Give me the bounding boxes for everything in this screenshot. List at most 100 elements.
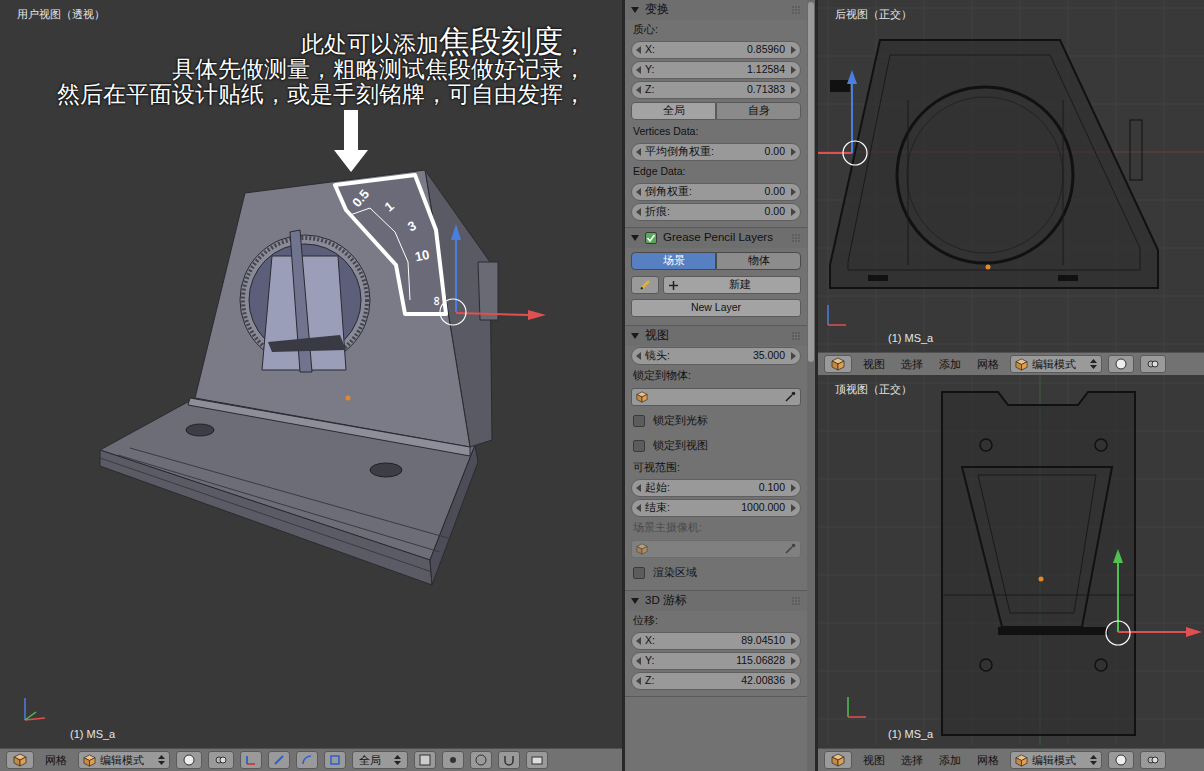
header-menu[interactable]: 添加	[934, 752, 966, 769]
translate-toggle[interactable]	[268, 751, 290, 769]
checkbox-row[interactable]: 锁定到视图	[625, 433, 807, 458]
checkbox-row[interactable]: 渲染区域	[625, 560, 807, 585]
number-field[interactable]: 倒角权重:0.00	[631, 183, 801, 201]
layer-toggle[interactable]	[414, 751, 436, 769]
editor-type[interactable]	[6, 751, 34, 769]
proportional-edit[interactable]	[470, 751, 492, 769]
header-menu[interactable]: 网格	[40, 752, 72, 769]
header-menu[interactable]: 视图	[858, 752, 890, 769]
mode-dropdown[interactable]: 编辑模式	[78, 751, 170, 769]
header-menu[interactable]: 视图	[858, 356, 890, 373]
pencil-dropdown[interactable]	[631, 276, 659, 294]
panel-header[interactable]: 变换	[625, 0, 807, 20]
number-field[interactable]: Y:1.12584	[631, 61, 801, 79]
checkbox[interactable]	[633, 567, 645, 579]
number-field[interactable]: Y:115.06828	[631, 652, 801, 670]
eyedropper-icon	[784, 391, 796, 403]
viewport-title: 后视图（正交）	[835, 6, 912, 23]
segment-button[interactable]: 全局	[631, 102, 716, 120]
decrement-icon	[636, 504, 641, 512]
decrement-icon	[636, 208, 641, 216]
scale-toggle[interactable]	[324, 751, 346, 769]
mode-dropdown[interactable]: 编辑模式	[1010, 355, 1102, 373]
shading-dropdown[interactable]	[1108, 751, 1134, 769]
increment-icon	[791, 637, 796, 645]
panel-header[interactable]: Grease Pencil Layers	[625, 228, 807, 248]
checkbox[interactable]	[645, 232, 657, 244]
header-menu[interactable]: 网格	[972, 752, 1004, 769]
number-field[interactable]: 起始:0.100	[631, 479, 801, 497]
tab-button[interactable]: 场景	[631, 252, 716, 270]
increment-icon	[791, 484, 796, 492]
number-field[interactable]: 镜头:35.000	[631, 347, 801, 365]
edit-mode-icon	[1015, 754, 1028, 767]
increment-icon	[791, 188, 796, 196]
number-field[interactable]: X:0.85960	[631, 41, 801, 59]
editor-type[interactable]	[824, 751, 852, 769]
properties-region: 变换质心:X:0.85960Y:1.12584Z:0.71383全局自身Vert…	[625, 0, 815, 771]
panel-header[interactable]: 视图	[625, 326, 807, 346]
header-menu[interactable]: 选择	[896, 752, 928, 769]
viewport-header: 视图选择添加网格编辑模式	[818, 748, 1204, 771]
proportional-edit-icon	[474, 753, 488, 767]
shading-dropdown[interactable]	[1108, 355, 1134, 373]
editor-type-icon	[831, 753, 845, 767]
pivot-dropdown[interactable]	[208, 751, 234, 769]
new-layer-button[interactable]: New Layer	[631, 299, 801, 317]
pivot-dropdown[interactable]	[1140, 355, 1166, 373]
number-field[interactable]: 平均倒角权重:0.00	[631, 143, 801, 161]
shading-dropdown-icon	[182, 753, 196, 767]
number-field[interactable]: Z:0.71383	[631, 81, 801, 99]
checkbox[interactable]	[633, 415, 645, 427]
increment-icon	[791, 504, 796, 512]
scrollbar[interactable]	[807, 0, 815, 771]
model-drawing[interactable]: 0.51310∞	[0, 0, 622, 748]
render-icon-button[interactable]	[526, 751, 548, 769]
decrement-icon	[636, 352, 641, 360]
header-menu[interactable]: 网格	[972, 356, 1004, 373]
mode-dropdown[interactable]: 编辑模式	[1010, 751, 1102, 769]
scrollbar-thumb[interactable]	[808, 2, 814, 362]
panel-header[interactable]: 3D 游标	[625, 591, 807, 611]
rotate-toggle[interactable]	[296, 751, 318, 769]
expand-icon	[631, 597, 639, 605]
annotation-line: 具体先做测量，粗略测试焦段做好记录，	[172, 57, 586, 82]
decrement-icon	[636, 46, 641, 54]
edit-mode-icon	[83, 754, 96, 767]
checkbox-row[interactable]: 锁定到光标	[625, 408, 807, 433]
perspective-viewport[interactable]: 0.51310∞用户视图（透视）(1) MS_a此处可以添加焦段刻度，具体先做测…	[0, 0, 622, 748]
axis-icon	[25, 698, 45, 720]
back-view-drawing[interactable]	[818, 0, 1204, 352]
number-field[interactable]: 折痕:0.00	[631, 203, 801, 221]
editor-type[interactable]	[824, 355, 852, 373]
back-viewport[interactable]: 后视图（正交）(1) MS_a	[818, 0, 1204, 352]
decrement-icon	[636, 86, 641, 94]
shading-dropdown-icon	[1114, 753, 1128, 767]
number-field[interactable]: 结束:1000.000	[631, 499, 801, 517]
header-menu[interactable]: 添加	[934, 356, 966, 373]
focal-scale-label: 3	[405, 218, 418, 235]
number-field[interactable]: X:89.04510	[631, 632, 801, 650]
segment-button[interactable]: 自身	[716, 102, 801, 120]
shading-dropdown[interactable]	[176, 751, 202, 769]
updown-icon	[1090, 754, 1097, 766]
manipulator-toggle[interactable]	[240, 751, 262, 769]
header-menu[interactable]: 选择	[896, 356, 928, 373]
viewport-header: 网格编辑模式 全局	[0, 748, 622, 771]
snap-toggle[interactable]	[498, 751, 520, 769]
checkbox[interactable]	[633, 440, 645, 452]
pivot-dropdown[interactable]	[1140, 751, 1166, 769]
focal-scale-label: 10	[413, 247, 430, 265]
axis-icon	[848, 697, 866, 717]
top-view-drawing[interactable]	[818, 375, 1204, 745]
orientation-dropdown[interactable]: 全局	[352, 751, 408, 769]
cube-icon	[636, 543, 648, 555]
select-mode[interactable]	[442, 751, 464, 769]
top-viewport[interactable]: 顶视图（正交）(1) MS_a	[818, 375, 1204, 748]
number-field[interactable]: Z:42.00836	[631, 672, 801, 690]
new-button[interactable]: 新建	[663, 276, 801, 294]
object-label: (1) MS_a	[888, 726, 933, 743]
object-picker[interactable]	[631, 388, 801, 406]
object-picker	[631, 540, 801, 558]
tab-button[interactable]: 物体	[716, 252, 801, 270]
